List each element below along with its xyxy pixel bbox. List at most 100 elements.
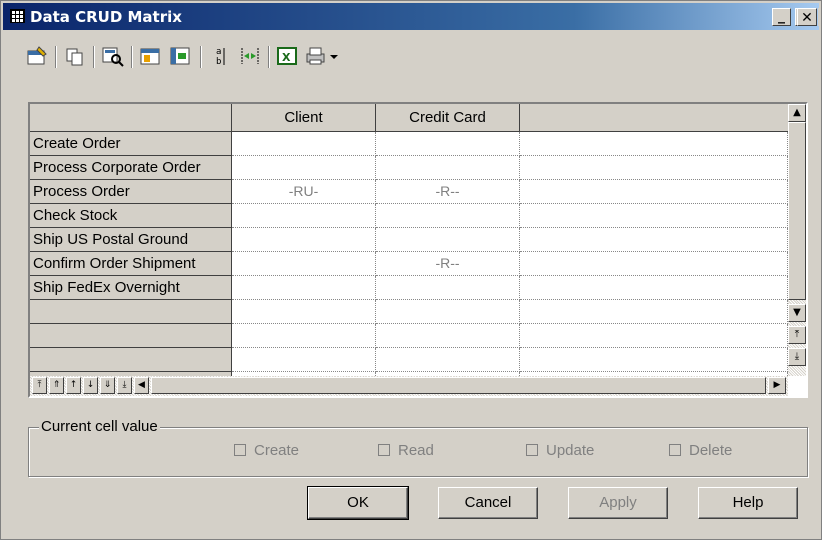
move-bottom-button[interactable]: ⤓ [117,377,132,394]
scroll-right-button[interactable]: ▶ [768,377,786,394]
matrix-cell[interactable] [232,156,376,180]
vertical-scrollbar[interactable]: ▲ ▼ ⤒ ⤓ [788,104,806,376]
checkbox-label: Delete [689,442,733,459]
row-header[interactable]: Check Stock [30,204,232,228]
move-page-up-button[interactable]: ⇑ [49,377,64,394]
empty-cell[interactable] [520,300,788,324]
matrix-cell[interactable] [376,324,520,348]
empty-cell[interactable] [520,324,788,348]
arrow-top-icon: ⤒ [794,329,800,340]
scroll-up-button[interactable]: ▲ [788,104,806,122]
empty-cell[interactable] [520,276,788,300]
row-header[interactable]: Confirm Order Shipment [30,252,232,276]
scroll-down-button[interactable]: ▼ [788,304,806,322]
print-dropdown-icon[interactable] [327,45,341,67]
create-checkbox[interactable]: Create [234,442,299,459]
matrix-cell[interactable] [376,132,520,156]
checkbox-box[interactable] [234,444,246,456]
matrix-cell[interactable] [232,228,376,252]
apply-button[interactable]: Apply [568,487,668,519]
move-page-down-button[interactable]: ⇓ [100,377,115,394]
properties-icon[interactable] [25,45,49,67]
empty-cell[interactable] [520,132,788,156]
matrix-cell[interactable] [376,156,520,180]
toolbar-separator [131,46,133,68]
help-button[interactable]: Help [698,487,798,519]
toolbar: ab X [25,43,485,73]
move-page-down-icon: ⇓ [103,380,112,390]
print-icon[interactable] [304,45,328,67]
row-header[interactable]: Process Corporate Order [30,156,232,180]
title-bar[interactable]: Data CRUD Matrix _ □ [3,3,819,30]
row-header[interactable]: Process Order [30,180,232,204]
filter-icon[interactable]: ab [210,45,234,67]
row-header[interactable] [30,348,232,372]
horizontal-scroll-thumb[interactable] [151,377,766,394]
window-title: Data CRUD Matrix [30,8,182,26]
crud-matrix-grid: Client Credit Card Create Order Process C… [28,102,808,398]
column-header[interactable]: Client [232,104,376,132]
close-x-button[interactable]: ✕ [797,8,817,26]
row-header[interactable] [30,324,232,348]
minimize-icon: _ [778,8,785,24]
matrix-cell[interactable] [376,348,520,372]
minimize-button[interactable]: _ [772,8,791,26]
cancel-button[interactable]: Cancel [438,487,538,519]
find-icon[interactable] [101,45,125,67]
scroll-thumb[interactable] [788,122,806,300]
move-down-button[interactable]: ↓ [83,377,98,394]
read-checkbox[interactable]: Read [378,442,434,459]
row-header[interactable]: Create Order [30,132,232,156]
move-up-button[interactable]: ↑ [66,377,81,394]
toolbar-separator [200,46,202,68]
scroll-bottom-button[interactable]: ⤓ [788,348,806,366]
row-header[interactable] [30,300,232,324]
delete-checkbox[interactable]: Delete [669,442,732,459]
checkbox-box[interactable] [669,444,681,456]
copy-icon[interactable] [63,45,87,67]
matrix-cell[interactable] [232,324,376,348]
grid-body: Client Credit Card Create Order Process C… [30,104,788,376]
ok-button[interactable]: OK [307,486,409,520]
checkbox-box[interactable] [526,444,538,456]
move-top-button[interactable]: ⤒ [32,377,47,394]
matrix-cell[interactable] [232,252,376,276]
current-cell-value-group: Current cell value Create Read Update De… [28,418,808,477]
empty-cell[interactable] [520,348,788,372]
empty-cell[interactable] [520,252,788,276]
scroll-top-button[interactable]: ⤒ [788,326,806,344]
scroll-left-button[interactable]: ◀ [134,377,149,394]
empty-cell[interactable] [520,204,788,228]
matrix-cell[interactable] [232,300,376,324]
adjust-columns-icon[interactable] [238,45,262,67]
arrow-right-icon: ▶ [773,380,781,390]
column-header[interactable]: Credit Card [376,104,520,132]
row-header[interactable]: Ship US Postal Ground [30,228,232,252]
matrix-cell[interactable] [376,300,520,324]
excel-export-icon[interactable]: X [276,45,300,67]
update-checkbox[interactable]: Update [526,442,594,459]
matrix-cell[interactable] [376,228,520,252]
matrix-cell[interactable] [376,204,520,228]
corner-header [30,104,232,132]
empty-cell[interactable] [520,228,788,252]
close-button[interactable] [818,8,819,26]
row-header[interactable]: Ship FedEx Overnight [30,276,232,300]
add-columns-icon[interactable] [139,45,163,67]
toolbar-separator [93,46,95,68]
horizontal-scrollbar[interactable]: ⤒ ⇑ ↑ ↓ ⇓ ⤓ ◀ ▶ [30,376,788,396]
matrix-cell[interactable] [232,132,376,156]
matrix-cell[interactable]: -R-- [376,180,520,204]
matrix-cell[interactable]: -RU- [232,180,376,204]
matrix-cell[interactable] [232,276,376,300]
matrix-cell[interactable] [232,348,376,372]
add-rows-icon[interactable] [169,45,193,67]
matrix-cell[interactable] [232,204,376,228]
svg-text:b: b [216,57,221,67]
svg-text:X: X [282,51,291,64]
checkbox-box[interactable] [378,444,390,456]
empty-cell[interactable] [520,180,788,204]
matrix-cell[interactable] [376,276,520,300]
empty-cell[interactable] [520,156,788,180]
matrix-cell[interactable]: -R-- [376,252,520,276]
